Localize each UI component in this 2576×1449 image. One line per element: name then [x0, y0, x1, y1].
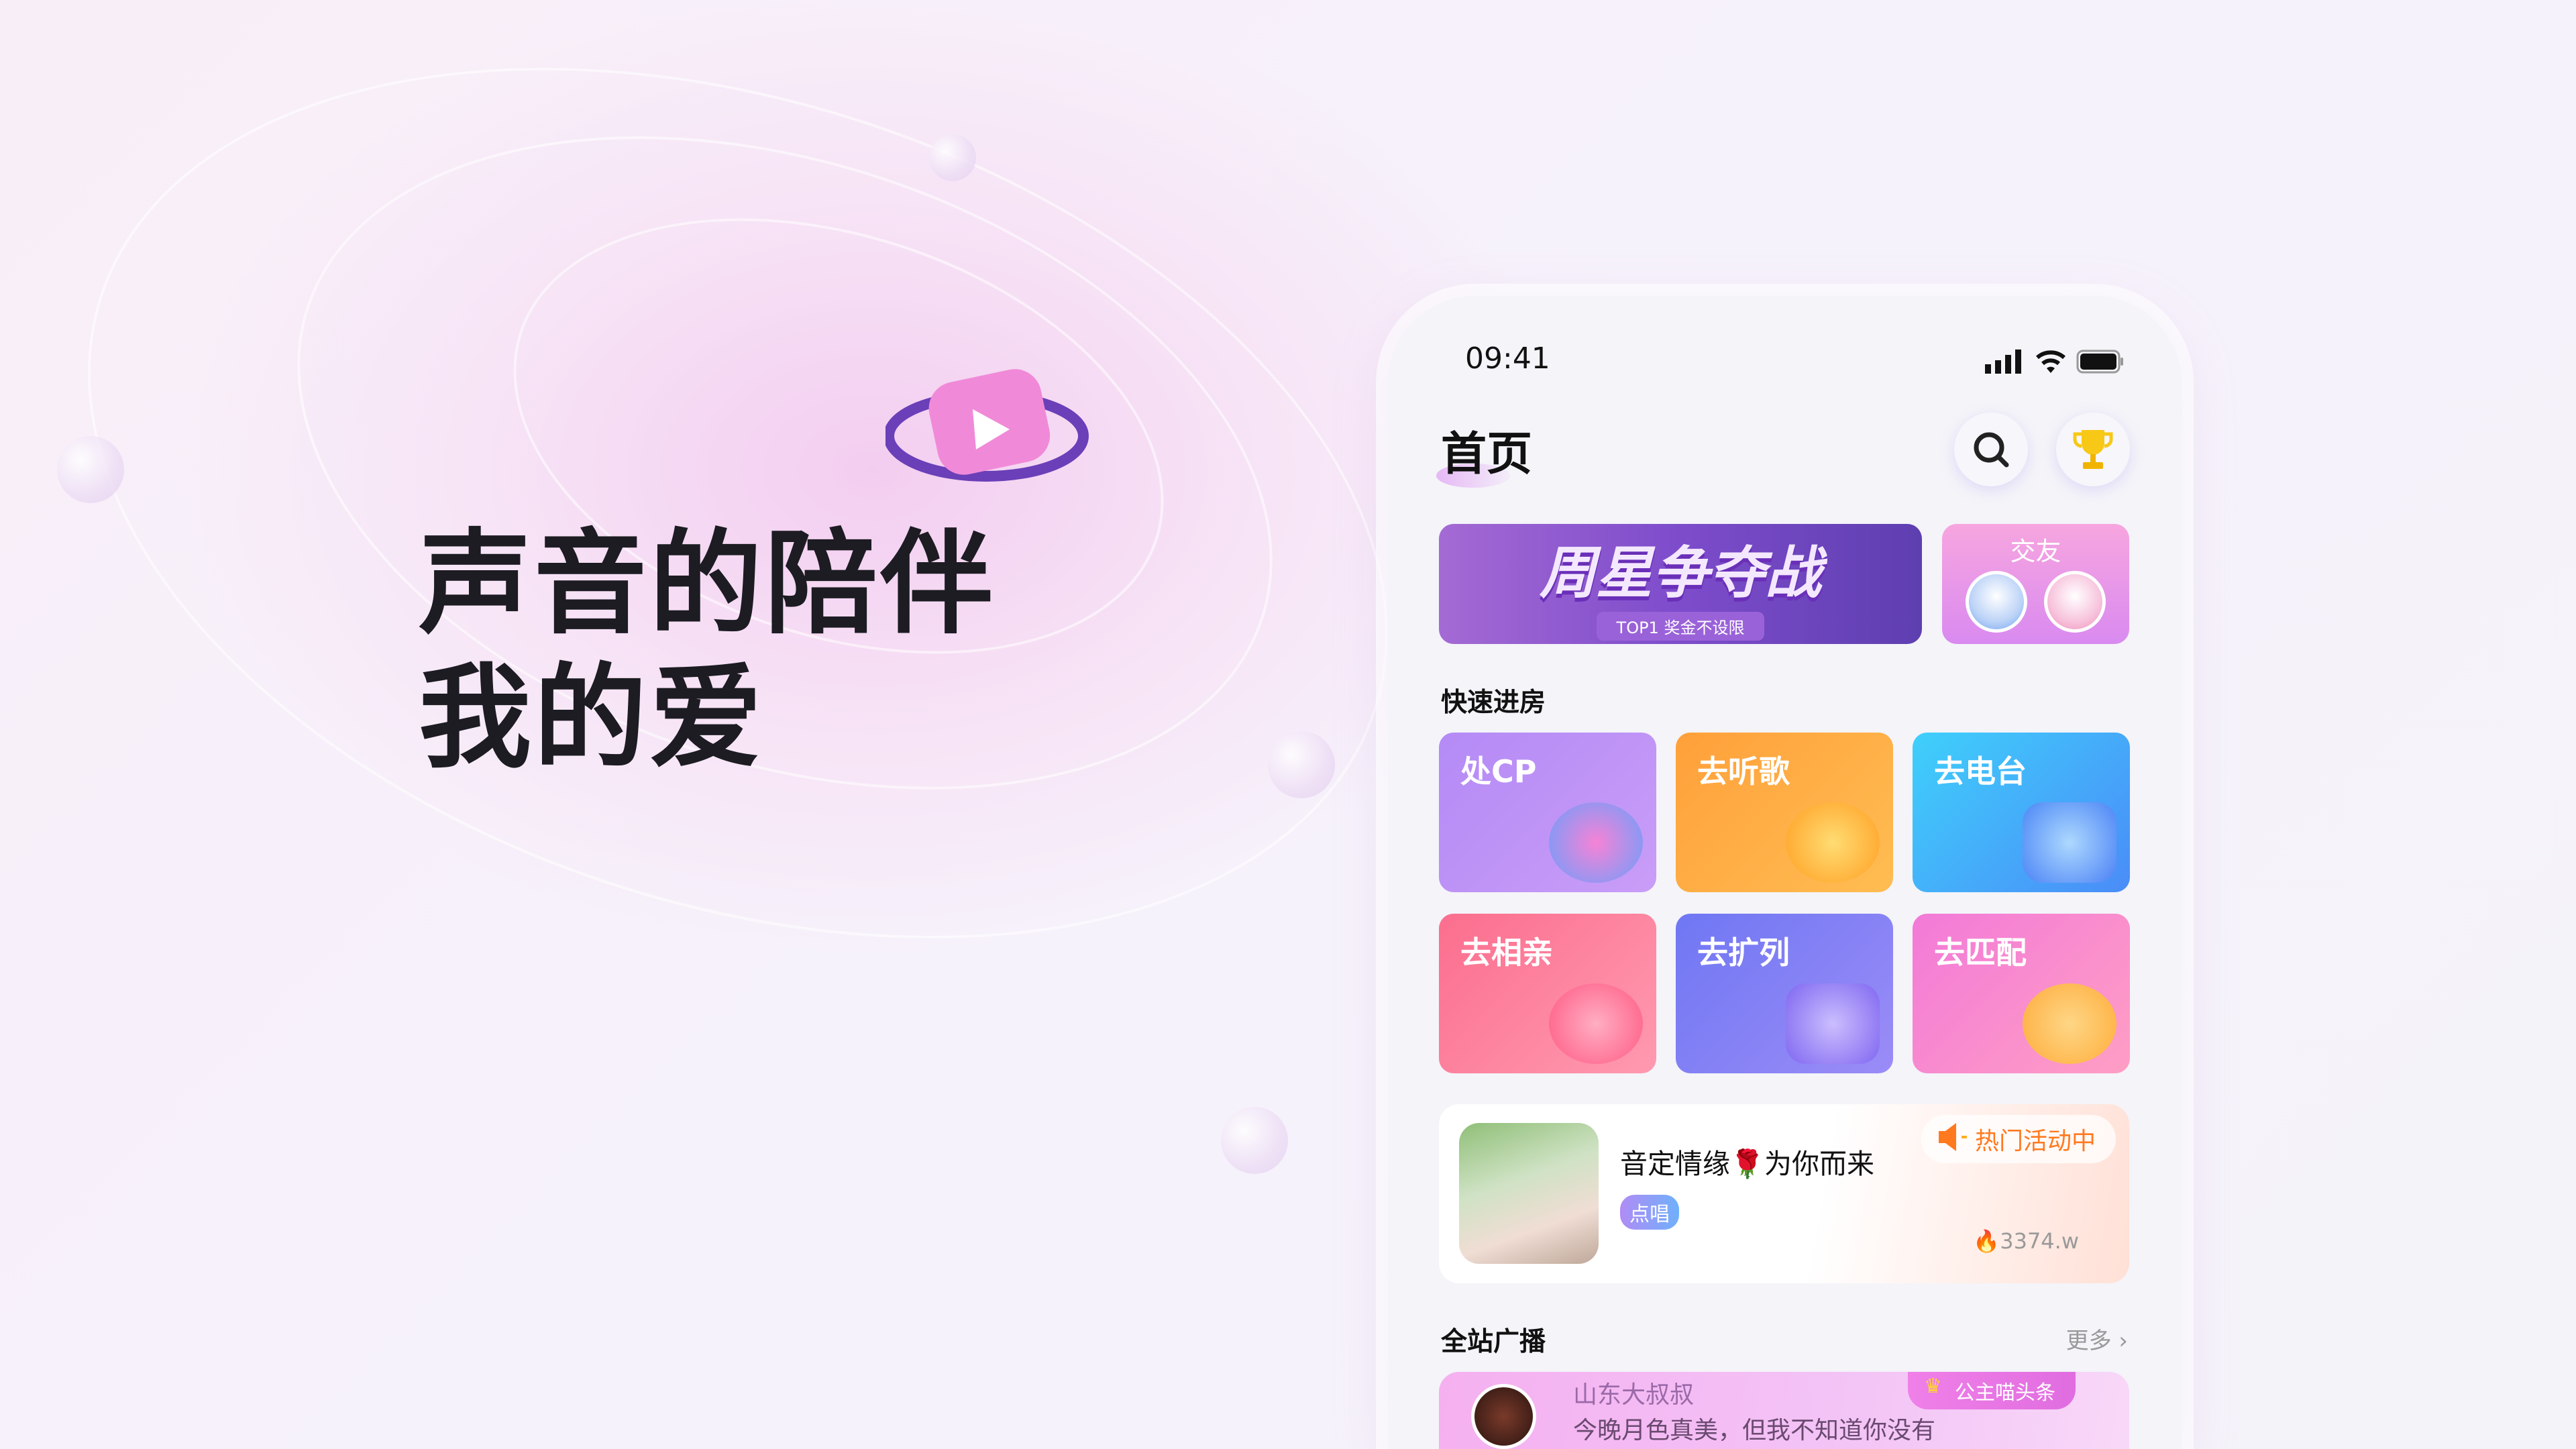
signal-icon — [1985, 350, 2021, 374]
tile-label: 去听歌 — [1697, 753, 1790, 790]
page-title: 首页 — [1441, 428, 1533, 481]
broadcast-avatar — [1471, 1384, 1536, 1449]
more-link[interactable]: 更多 › — [2066, 1322, 2128, 1355]
broadcast-message: 今晚月色真美，但我不知道你没有 — [1573, 1417, 1936, 1444]
tile-radio[interactable]: 去电台 — [1913, 733, 2130, 892]
tile-blind-date[interactable]: 去相亲 — [1439, 914, 1656, 1073]
quick-enter-heading: 快速进房 — [1441, 688, 1546, 718]
phone-mockup: 09:41 首页 周星争夺战 TOP1 奖金不设限 交友 快速进房 处CP 去听… — [1388, 296, 2182, 1449]
decor-bubble — [1221, 1107, 1288, 1174]
broadcast-heading: 全站广播 — [1441, 1327, 1546, 1357]
broadcast-tag-label: 公主喵头条 — [1955, 1381, 2055, 1405]
tile-cp[interactable]: 处CP — [1439, 733, 1656, 892]
heat-value: 3374.w — [2000, 1228, 2079, 1254]
status-icons — [1985, 350, 2125, 374]
hero-headline: 声音的陪伴 我的爱 — [419, 517, 996, 785]
fire-icon: 🔥 — [1973, 1228, 2000, 1254]
room-cover-image — [1459, 1123, 1599, 1264]
tile-label: 去扩列 — [1697, 934, 1790, 971]
trophy-icon — [2073, 430, 2113, 469]
tile-label: 处CP — [1460, 753, 1537, 790]
more-label: 更多 — [2065, 1328, 2112, 1354]
leaderboard-button[interactable] — [2056, 413, 2130, 486]
chevron-right-icon: › — [2118, 1328, 2128, 1354]
megaphone-icon — [1938, 1123, 1967, 1151]
decor-bubble — [929, 134, 976, 181]
radio-icon — [2023, 802, 2116, 883]
tile-expand-friends[interactable]: 去扩列 — [1676, 914, 1893, 1073]
battery-icon — [2076, 350, 2123, 374]
app-logo-icon — [885, 369, 1089, 482]
tile-label: 去匹配 — [1934, 934, 2027, 971]
avatar — [2044, 571, 2106, 633]
crown-icon: ♛ — [1924, 1375, 1942, 1398]
banner-subtitle: TOP1 奖金不设限 — [1596, 611, 1765, 641]
broadcast-card[interactable]: 山东大叔叔 今晚月色真美，但我不知道你没有 ♛ 公主喵头条 — [1439, 1372, 2129, 1449]
broadcast-username: 山东大叔叔 — [1573, 1381, 1695, 1409]
tile-match[interactable]: 去匹配 — [1913, 914, 2130, 1073]
hero-line-2: 我的爱 — [419, 652, 765, 784]
decor-bubble — [1268, 731, 1335, 798]
cp-ring-icon — [1549, 802, 1643, 883]
hi-bubble-icon — [1786, 983, 1880, 1064]
room-name: 音定情缘🌹为你而来 — [1620, 1148, 1875, 1180]
weekly-star-banner[interactable]: 周星争夺战 TOP1 奖金不设限 — [1439, 524, 1922, 644]
hot-activity-pill: 热门活动中 — [1921, 1115, 2116, 1163]
heat-count: 🔥3374.w — [1973, 1228, 2079, 1254]
hot-activity-label: 热门活动中 — [1974, 1128, 2096, 1155]
decor-bubble — [57, 436, 124, 503]
make-friends-label: 交友 — [2010, 537, 2061, 566]
status-time: 09:41 — [1465, 341, 1550, 376]
room-tag-badge: 点唱 — [1620, 1195, 1679, 1230]
broadcast-tag: ♛ 公主喵头条 — [1908, 1372, 2076, 1409]
microphone-icon — [1786, 802, 1880, 883]
hero-line-1: 声音的陪伴 — [419, 518, 996, 649]
heart-icon — [1549, 983, 1643, 1064]
wifi-icon — [2036, 350, 2065, 373]
activity-card[interactable]: 音定情缘🌹为你而来 点唱 热门活动中 🔥3374.w — [1439, 1104, 2129, 1283]
emoji-party-icon — [2023, 983, 2116, 1064]
make-friends-banner[interactable]: 交友 — [1942, 524, 2129, 644]
banner-title: 周星争夺战 — [1539, 539, 1821, 606]
search-icon — [1974, 432, 2009, 468]
search-button[interactable] — [1954, 413, 2028, 486]
avatar — [1966, 571, 2027, 633]
tile-label: 去相亲 — [1460, 934, 1553, 971]
tile-listen-music[interactable]: 去听歌 — [1676, 733, 1893, 892]
tile-label: 去电台 — [1934, 753, 2027, 790]
